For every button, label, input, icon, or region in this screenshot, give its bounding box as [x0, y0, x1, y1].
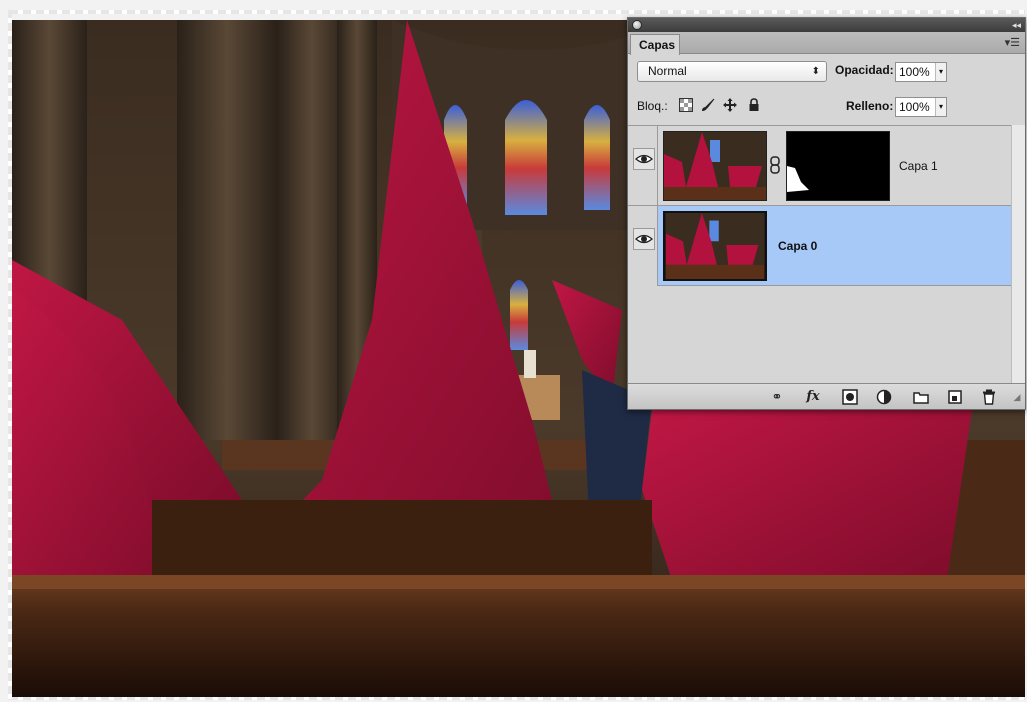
adjustment-layer-icon[interactable] — [876, 389, 894, 405]
tab-layers[interactable]: Capas — [630, 34, 680, 55]
layer-row-capa-0[interactable]: Capa 0 — [628, 206, 1025, 286]
lock-row: Bloq.: Relleno: 100% ▾ — [628, 94, 1025, 120]
trash-icon[interactable] — [980, 389, 998, 405]
layers-panel: ◂◂ Capas ▾☰ Normal ⬍ Opacidad: 100% ▾ Bl… — [627, 17, 1026, 410]
blend-mode-select[interactable]: Normal ⬍ — [637, 61, 827, 82]
visibility-cell — [628, 206, 658, 286]
chain-link-icon[interactable] — [770, 156, 780, 174]
layers-scrollbar[interactable] — [1011, 125, 1025, 383]
lock-label: Bloq.: — [637, 99, 668, 113]
resize-grip-icon[interactable]: ◢ — [1008, 389, 1026, 405]
opacity-label: Opacidad: — [835, 63, 894, 77]
eye-icon[interactable] — [633, 228, 655, 250]
layer-thumbnail[interactable] — [663, 131, 767, 201]
visibility-cell — [628, 126, 658, 206]
fill-value: 100% — [899, 100, 930, 114]
fill-field[interactable]: 100% ▾ — [895, 97, 947, 117]
layer-mask-thumbnail[interactable] — [786, 131, 890, 201]
lock-pixels-brush-icon[interactable] — [701, 98, 715, 112]
selection-border-top — [10, 10, 1025, 14]
fill-label: Relleno: — [846, 99, 894, 113]
panel-tabbar: Capas ▾☰ — [628, 32, 1025, 55]
panel-menu-icon[interactable]: ▾☰ — [1005, 36, 1020, 49]
lock-transparency-icon[interactable] — [679, 98, 693, 112]
lock-all-icon[interactable] — [747, 98, 761, 112]
updown-arrows-icon: ⬍ — [811, 66, 820, 77]
dropdown-arrow-icon[interactable]: ▾ — [935, 98, 946, 116]
eye-icon[interactable] — [633, 148, 655, 170]
fx-icon[interactable]: fx — [804, 389, 822, 405]
new-layer-icon[interactable] — [946, 389, 964, 405]
layer-name[interactable]: Capa 0 — [778, 239, 817, 253]
dropdown-arrow-icon[interactable]: ▾ — [935, 63, 946, 81]
opacity-value: 100% — [899, 65, 930, 79]
opacity-field[interactable]: 100% ▾ — [895, 62, 947, 82]
close-icon[interactable] — [632, 20, 642, 30]
collapse-icon[interactable]: ◂◂ — [1012, 18, 1021, 32]
layer-row-capa-1[interactable]: Capa 1 — [628, 126, 1025, 206]
panel-footer: ⚭ fx ◢ — [628, 383, 1025, 409]
layer-name[interactable]: Capa 1 — [899, 159, 938, 173]
blend-mode-value: Normal — [648, 64, 687, 78]
layer-thumbnail[interactable] — [663, 211, 767, 281]
layers-list: Capa 1 Capa 0 — [628, 125, 1025, 383]
blend-row: Normal ⬍ Opacidad: 100% ▾ — [628, 58, 1025, 86]
lock-position-move-icon[interactable] — [723, 98, 737, 112]
new-group-icon[interactable] — [912, 389, 930, 405]
panel-titlebar[interactable]: ◂◂ — [628, 18, 1025, 32]
add-mask-icon[interactable] — [841, 389, 859, 405]
link-layers-icon[interactable]: ⚭ — [768, 389, 786, 405]
